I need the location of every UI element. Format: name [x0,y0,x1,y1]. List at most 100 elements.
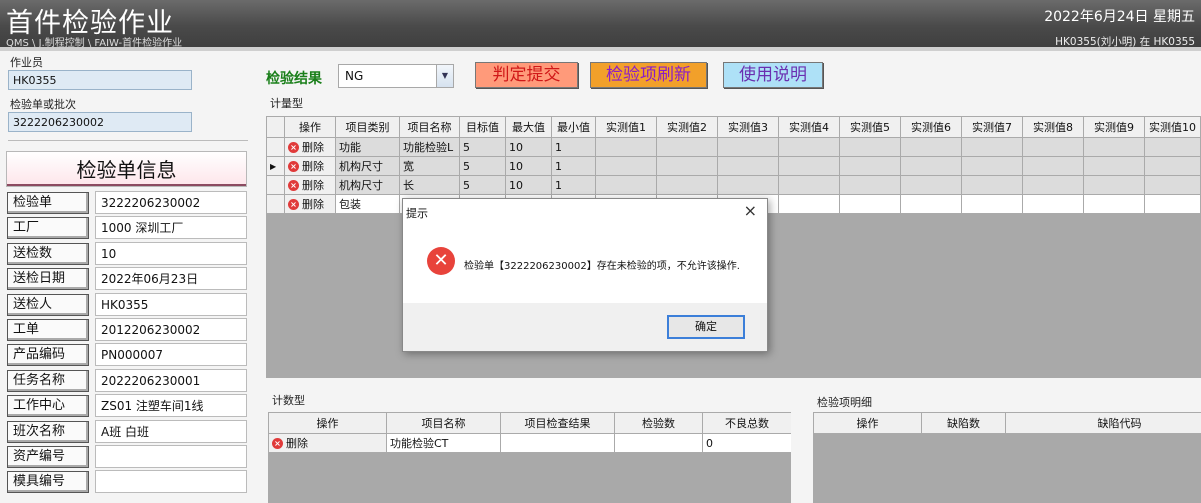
submit-judgement-button[interactable]: 判定提交 [475,62,578,88]
cell-qty[interactable] [614,433,703,453]
measured-value-cell[interactable] [961,194,1023,214]
column-header[interactable]: 缺陷数 [921,412,1006,434]
row-header[interactable] [266,175,285,195]
measured-value-cell[interactable] [1083,137,1145,157]
measured-value-cell[interactable] [900,175,962,195]
delete-button[interactable]: × 删除 [288,158,324,174]
measured-value-cell[interactable] [595,137,657,157]
column-header[interactable]: 不良总数 [702,412,791,434]
delete-cell[interactable]: × 删除 [268,433,387,453]
column-header[interactable]: 最小值 [551,116,596,138]
measured-value-cell[interactable] [778,137,840,157]
column-header[interactable]: 实测值1 [595,116,657,138]
cell-target[interactable]: 5 [459,156,506,176]
measured-value-cell[interactable] [717,156,779,176]
close-icon[interactable]: × [744,201,757,220]
cell-max[interactable]: 10 [505,175,552,195]
column-header[interactable]: 实测值5 [839,116,901,138]
column-header[interactable]: 实测值10 [1144,116,1201,138]
help-button[interactable]: 使用说明 [723,62,823,88]
measured-value-cell[interactable] [778,175,840,195]
cell-max[interactable]: 10 [505,137,552,157]
result-select[interactable]: NG ▼ [338,64,454,88]
column-header[interactable]: 实测值9 [1083,116,1145,138]
cell-name[interactable]: 宽 [399,156,460,176]
cell-cat[interactable]: 机构尺寸 [335,175,400,195]
measured-value-cell[interactable] [1083,175,1145,195]
column-header[interactable]: 实测值8 [1022,116,1084,138]
cell-defects[interactable]: 0 [702,433,791,453]
table-row[interactable]: × 删除 功能 功能检验L 5 10 1 [266,137,1201,157]
batch-input[interactable]: 3222206230002 [8,112,192,132]
column-header[interactable]: 实测值2 [656,116,718,138]
measured-value-cell[interactable] [900,194,962,214]
column-header[interactable]: 操作 [284,116,336,138]
cell-cat[interactable]: 功能 [335,137,400,157]
column-header[interactable]: 项目名称 [399,116,460,138]
cell-min[interactable]: 1 [551,175,596,195]
delete-cell[interactable]: × 删除 [284,156,336,176]
measured-value-cell[interactable] [961,137,1023,157]
chevron-down-icon[interactable]: ▼ [436,65,453,87]
row-header[interactable] [266,137,285,157]
measured-value-cell[interactable] [1083,194,1145,214]
delete-cell[interactable]: × 删除 [284,175,336,195]
measured-value-cell[interactable] [1144,156,1201,176]
table-row[interactable]: ▶ × 删除 机构尺寸宽 5 10 1 [266,156,1201,176]
cell-name[interactable]: 功能检验L [399,137,460,157]
delete-button[interactable]: × 删除 [272,435,308,451]
measured-value-cell[interactable] [717,137,779,157]
operator-input[interactable]: HK0355 [8,70,192,90]
cell-max[interactable]: 10 [505,156,552,176]
measured-value-cell[interactable] [961,175,1023,195]
row-header[interactable]: ▶ [266,156,285,176]
measured-value-cell[interactable] [1144,137,1201,157]
cell-name[interactable]: 长 [399,175,460,195]
table-row[interactable]: × 删除 机构尺寸长 5 10 1 [266,175,1201,195]
cell-min[interactable]: 1 [551,137,596,157]
column-header[interactable]: 操作 [813,412,922,434]
measured-value-cell[interactable] [900,156,962,176]
cell-cat[interactable]: 机构尺寸 [335,156,400,176]
table-row[interactable]: × 删除 功能检验CT 0 [268,433,791,453]
measured-value-cell[interactable] [1022,175,1084,195]
measured-value-cell[interactable] [839,137,901,157]
delete-cell[interactable]: × 删除 [284,194,336,214]
column-header[interactable]: 最大值 [505,116,552,138]
measured-value-cell[interactable] [961,156,1023,176]
measured-value-cell[interactable] [778,194,840,214]
measured-value-cell[interactable] [595,175,657,195]
measured-value-cell[interactable] [900,137,962,157]
measured-value-cell[interactable] [595,156,657,176]
measured-value-cell[interactable] [1083,156,1145,176]
measured-value-cell[interactable] [839,156,901,176]
measured-value-cell[interactable] [1022,137,1084,157]
column-header[interactable]: 项目类别 [335,116,400,138]
column-header[interactable]: 目标值 [459,116,506,138]
column-header[interactable]: 实测值6 [900,116,962,138]
column-header[interactable]: 实测值3 [717,116,779,138]
delete-button[interactable]: × 删除 [288,139,324,155]
column-header[interactable]: 实测值4 [778,116,840,138]
measured-value-cell[interactable] [839,194,901,214]
row-header[interactable] [266,194,285,214]
column-header[interactable]: 操作 [268,412,387,434]
column-header[interactable]: 缺陷代码 [1005,412,1201,434]
cell-name[interactable]: 功能检验CT [386,433,501,453]
cell-target[interactable]: 5 [459,137,506,157]
cell-result[interactable] [500,433,615,453]
measured-value-cell[interactable] [1022,156,1084,176]
column-header[interactable]: 检验数 [614,412,703,434]
column-header[interactable]: 项目检查结果 [500,412,615,434]
measured-value-cell[interactable] [1144,194,1201,214]
measured-value-cell[interactable] [656,175,718,195]
delete-cell[interactable]: × 删除 [284,137,336,157]
cell-target[interactable]: 5 [459,175,506,195]
measured-value-cell[interactable] [717,175,779,195]
cell-min[interactable]: 1 [551,156,596,176]
measured-value-cell[interactable] [839,175,901,195]
delete-button[interactable]: × 删除 [288,196,324,212]
delete-button[interactable]: × 删除 [288,177,324,193]
measured-value-cell[interactable] [1144,175,1201,195]
measured-value-cell[interactable] [1022,194,1084,214]
